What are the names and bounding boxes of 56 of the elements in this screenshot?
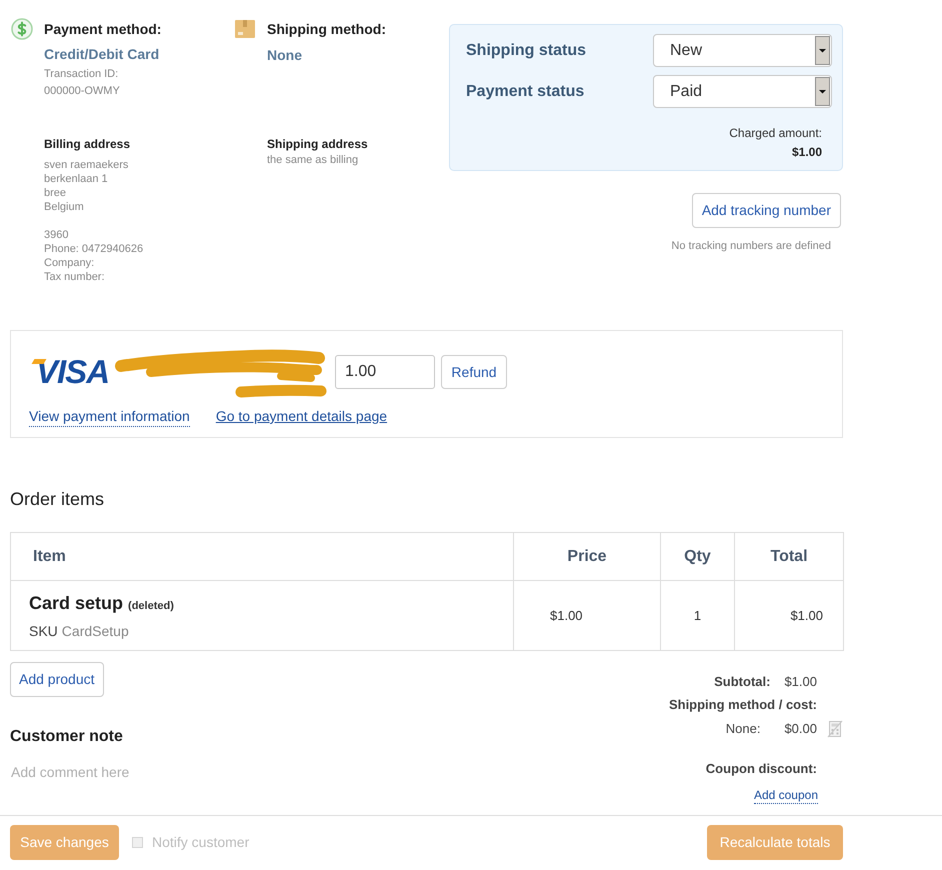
- package-icon: [235, 20, 255, 38]
- sku-value: CardSetup: [62, 622, 129, 641]
- shipping-cost-label: Shipping method / cost:: [668, 696, 817, 714]
- refund-amount-input[interactable]: 1.00: [335, 355, 435, 389]
- address-line: sven raemaekers: [44, 158, 128, 172]
- address-line: 3960: [44, 228, 68, 242]
- table-cell: $1.00: [734, 580, 844, 650]
- table-cell: 1: [660, 580, 734, 650]
- transaction-label: Transaction ID:: [44, 67, 118, 82]
- payment-link[interactable]: View payment information: [29, 407, 190, 427]
- column-header: Price: [514, 532, 660, 580]
- address-line: bree: [44, 186, 66, 200]
- add-coupon-link[interactable]: Add coupon: [754, 788, 818, 804]
- section-title: Order items: [10, 488, 104, 511]
- address-line: Company:: [44, 256, 94, 270]
- address-line: Belgium: [44, 200, 84, 214]
- column-header: Qty: [660, 532, 734, 580]
- dollar-icon: [11, 18, 33, 40]
- subtotal-label: Subtotal:: [714, 673, 770, 691]
- table-cell: $1.00: [514, 580, 660, 650]
- shipping-address-title: Shipping address: [267, 136, 368, 152]
- column-header: Total: [734, 532, 844, 580]
- comment-field[interactable]: Add comment here: [10, 760, 310, 784]
- address-line: berkenlaan 1: [44, 172, 108, 186]
- product-name: Card setup: [29, 592, 124, 615]
- shipping-method-label: Shipping method:: [267, 20, 386, 39]
- payment-method-label: Payment method:: [44, 20, 162, 39]
- status-label: Payment status: [466, 82, 584, 102]
- customer-note-title: Customer note: [10, 727, 123, 747]
- status-label: Shipping status: [466, 40, 586, 60]
- address-line: Tax number:: [44, 270, 105, 284]
- shipping-address-text: the same as billing: [267, 153, 358, 167]
- sku-label: SKU: [29, 622, 58, 640]
- shipping-cost-value: $0.00: [784, 720, 817, 738]
- charged-amount-value: $1.00: [792, 144, 822, 160]
- visa-logo: VISA: [33, 358, 120, 386]
- address-line: Phone: 0472940626: [44, 242, 144, 256]
- payment-method-value: Credit/Debit Card: [44, 45, 160, 64]
- add-product-button[interactable]: Add product: [10, 662, 104, 697]
- tracking-note: No tracking numbers are defined: [671, 239, 831, 253]
- coupon-discount-label: Coupon discount:: [706, 760, 817, 778]
- shipping-method-value: None: [267, 46, 302, 65]
- status-select[interactable]: New: [653, 34, 832, 67]
- status-select[interactable]: Paid: [653, 75, 832, 108]
- calculator-icon[interactable]: [827, 720, 843, 738]
- add-tracking-number-button[interactable]: Add tracking number: [692, 193, 841, 228]
- subtotal-value: $1.00: [784, 673, 817, 691]
- refund-button[interactable]: Refund: [441, 355, 507, 389]
- column-header: Item: [10, 532, 514, 580]
- charged-amount-label: Charged amount:: [729, 125, 822, 141]
- billing-address-title: Billing address: [44, 136, 130, 152]
- product-status: (deleted): [128, 598, 174, 614]
- notify-customer-label: Notify customer: [152, 833, 250, 852]
- transaction-id: 000000-OWMY: [44, 84, 120, 99]
- shipping-method-name: None:: [726, 720, 760, 738]
- payment-link[interactable]: Go to payment details page: [216, 407, 388, 427]
